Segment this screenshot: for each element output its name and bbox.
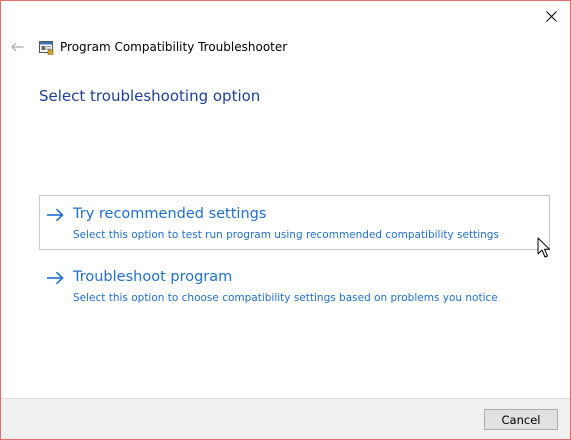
back-arrow-icon — [10, 42, 23, 52]
close-icon — [545, 10, 557, 22]
right-arrow-icon — [47, 271, 64, 285]
cancel-button[interactable]: Cancel — [484, 409, 558, 430]
option-title: Troubleshoot program — [73, 269, 233, 285]
troubleshooter-window: Program Compatibility Troubleshooter Sel… — [0, 0, 571, 440]
option-title: Try recommended settings — [73, 206, 267, 222]
compatibility-troubleshooter-icon — [39, 40, 54, 55]
close-button[interactable] — [537, 3, 565, 29]
right-arrow-icon — [47, 208, 64, 222]
option-try-recommended-settings[interactable]: Try recommended settings Select this opt… — [39, 195, 550, 250]
mouse-cursor-icon — [537, 237, 550, 258]
title-bar: Program Compatibility Troubleshooter — [9, 37, 287, 57]
window-title: Program Compatibility Troubleshooter — [60, 40, 288, 54]
option-description: Select this option to choose compatibili… — [73, 292, 498, 304]
back-button[interactable] — [9, 39, 25, 55]
page-title: Select troubleshooting option — [39, 87, 261, 105]
option-troubleshoot-program[interactable]: Troubleshoot program Select this option … — [39, 258, 550, 313]
option-description: Select this option to test run program u… — [73, 229, 499, 241]
footer-bar: Cancel — [1, 398, 570, 439]
